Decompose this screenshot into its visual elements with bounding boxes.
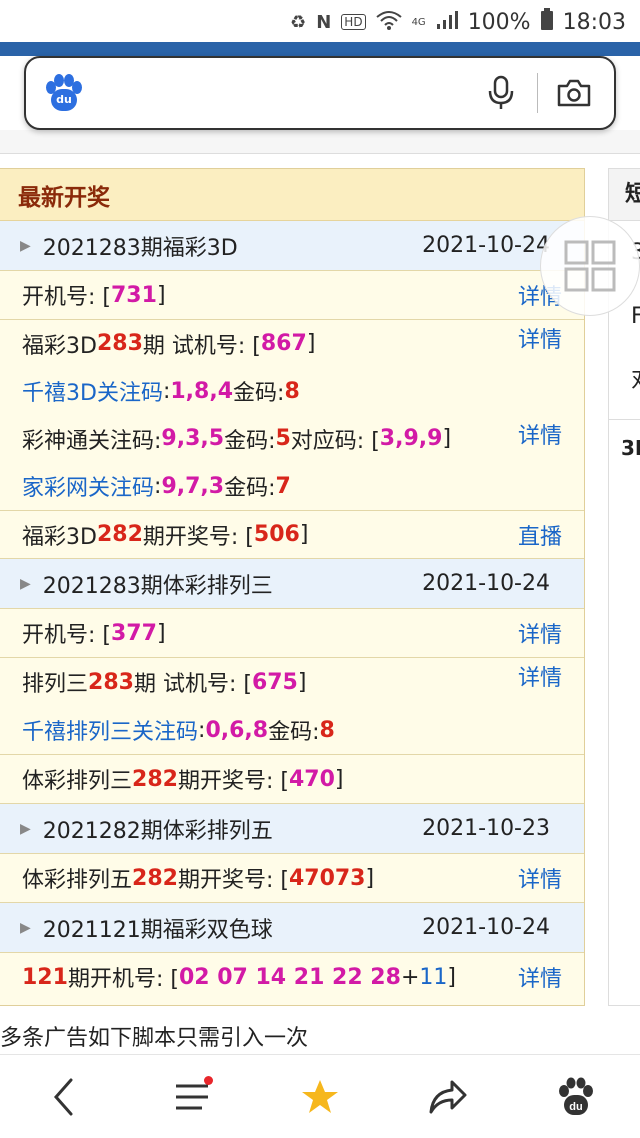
live-link[interactable]: 直播 [518, 519, 562, 551]
expand-triangle-icon: ▶ [20, 919, 31, 936]
recycle-icon: ♻ [290, 11, 307, 33]
row-kaiji-pl3: 开机号: [377] 详情 [0, 609, 584, 658]
detail-link[interactable]: 详情 [518, 961, 562, 993]
draw-title: 2021121期福彩双色球 [42, 917, 273, 943]
caishen-line: 彩神通关注码: 9,3,5 金码: 5 对应码: [3,9,9] 详情 [22, 415, 562, 463]
battery-icon [540, 8, 553, 36]
page-nav-strip [0, 130, 640, 154]
nfc-icon: N [316, 11, 332, 33]
expand-triangle-icon: ▶ [20, 820, 31, 837]
jiacai-line: 家彩网关注码: 9,7,3 金码: 7 [22, 463, 291, 511]
jiacai-link[interactable]: 家彩网关注码 [22, 470, 154, 502]
hd-icon: HD [341, 14, 366, 30]
qianxi-link[interactable]: 千禧3D关注码 [22, 375, 163, 407]
draw-header-ssq[interactable]: ▶ 2021121期福彩双色球 2021-10-24 [0, 903, 584, 953]
qianxi-line: 千禧排列三关注码: 0,6,8 金码: 8 [22, 706, 335, 754]
draw-date: 2021-10-23 [422, 816, 550, 841]
qianxi-line: 千禧3D关注码: 1,8,4 金码: 8 [22, 368, 300, 416]
baidu-logo-icon: du [44, 73, 84, 113]
row-result-fc3d: 福彩3D 282 期开奖号: [506] 直播 [0, 511, 584, 559]
draw-title: 2021283期体彩排列三 [42, 573, 273, 599]
bottom-toolbar: du [0, 1054, 640, 1138]
draw-header-fc3d[interactable]: ▶ 2021283期福彩3D 2021-10-24 [0, 221, 584, 271]
row-result-pl5: 体彩排列五 282 期开奖号: [47073] 详情 [0, 854, 584, 903]
side-panel-title: 短 [609, 169, 640, 221]
baidu-home-icon[interactable]: du [541, 1062, 611, 1132]
shiji-number: 867 [260, 331, 307, 357]
draw-title: 2021283期福彩3D [42, 235, 238, 261]
detail-link[interactable]: 详情 [518, 617, 562, 649]
row-kaiji-fc3d: 开机号: [731] 详情 [0, 271, 584, 320]
draw-header-pl5[interactable]: ▶ 2021282期体彩排列五 2021-10-23 [0, 804, 584, 854]
grid-menu-icon[interactable] [540, 216, 640, 316]
wifi-icon [375, 10, 402, 35]
notification-dot [204, 1075, 213, 1085]
camera-icon[interactable] [552, 71, 596, 115]
clock: 18:03 [562, 9, 626, 35]
detail-link[interactable]: 详情 [518, 660, 562, 692]
ad-note: 多条广告如下脚本只需引入一次 [0, 1026, 309, 1051]
menu-icon[interactable] [157, 1062, 227, 1132]
detail-link[interactable]: 详情 [518, 418, 562, 450]
page-header-band [0, 42, 640, 56]
draw-date: 2021-10-24 [422, 571, 550, 596]
expand-triangle-icon: ▶ [20, 237, 31, 254]
shiji-number: 675 [251, 669, 298, 695]
microphone-icon[interactable] [479, 71, 523, 115]
search-bar[interactable]: du [24, 56, 616, 130]
row-focus-fc3d: 福彩3D 283 期 试机号: [867] 详情 千禧3D关注码: 1,8,4 … [0, 320, 584, 511]
share-icon[interactable] [413, 1062, 483, 1132]
detail-link[interactable]: 详情 [518, 322, 562, 354]
row-kaiji-ssq: 121 期开机号: [02 07 14 21 22 28 + 11] 详情 [0, 953, 584, 1001]
signal-icon [436, 10, 458, 35]
detail-link[interactable]: 详情 [518, 862, 562, 894]
shiji-line: 排列三 283 期 试机号: [675] 详情 [22, 658, 562, 706]
row-focus-pl3: 排列三 283 期 试机号: [675] 详情 千禧排列三关注码: 0,6,8 … [0, 658, 584, 755]
svg-text:du: du [569, 1101, 582, 1113]
row-result-pl3: 体彩排列三 282 期开奖号: [470] [0, 755, 584, 804]
draw-header-pl3[interactable]: ▶ 2021283期体彩排列三 2021-10-24 [0, 559, 584, 609]
qianxi-link[interactable]: 千禧排列三关注码 [22, 714, 198, 746]
kaiji-number: 731 [111, 282, 157, 308]
shiji-line: 福彩3D 283 期 试机号: [867] 详情 [22, 320, 562, 368]
draw-date: 2021-10-24 [422, 915, 550, 940]
latest-draws-panel: 最新开奖 ▶ 2021283期福彩3D 2021-10-24 开机号: [731… [0, 168, 585, 1006]
panel-title: 最新开奖 [0, 169, 584, 221]
network-type: 4G [411, 16, 426, 28]
draw-title: 2021282期体彩排列五 [42, 818, 273, 844]
battery-level: 100% [467, 9, 531, 35]
draw-date: 2021-10-24 [422, 233, 550, 258]
status-bar: ♻ N HD 4G 100% 18:03 [0, 0, 640, 44]
expand-triangle-icon: ▶ [20, 575, 31, 592]
back-icon[interactable] [29, 1062, 99, 1132]
kaiji-number: 377 [111, 620, 157, 646]
favorite-star-icon[interactable] [285, 1062, 355, 1132]
search-divider [537, 73, 538, 113]
